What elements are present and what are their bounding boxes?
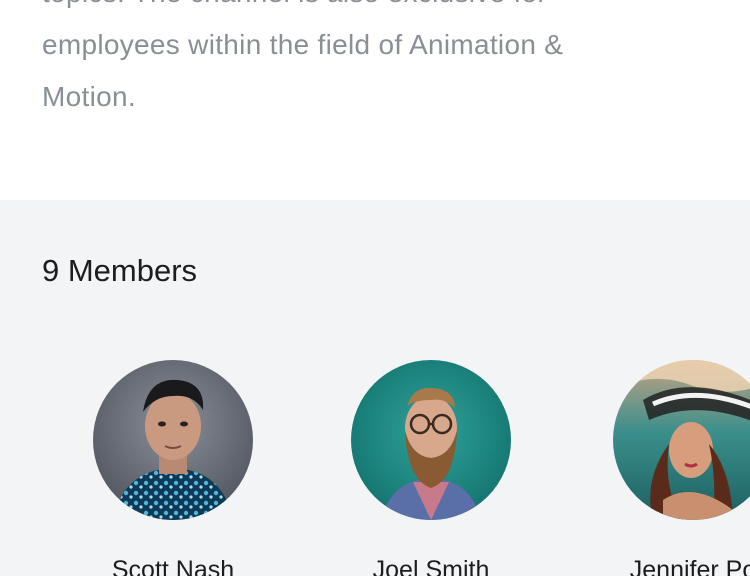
member-avatar[interactable]	[351, 360, 511, 520]
member-name[interactable]: Jennifer Po	[573, 556, 750, 576]
member-card[interactable]: Joel Smith	[311, 360, 551, 576]
member-name[interactable]: Scott Nash	[53, 556, 293, 576]
channel-description: topics. The channel is also exclusive fo…	[42, 0, 564, 112]
avatar-photo-icon	[613, 360, 750, 520]
channel-description-section: topics. The channel is also exclusive fo…	[0, 0, 750, 200]
members-section: 9 Members Scott Nash Joel Smith Jennifer…	[0, 200, 750, 576]
member-avatar[interactable]	[93, 360, 253, 520]
member-card[interactable]: Jennifer Po	[573, 360, 750, 576]
members-heading: 9 Members	[42, 253, 198, 288]
avatar-photo-icon	[351, 360, 511, 520]
member-card[interactable]: Scott Nash	[53, 360, 293, 576]
avatar-photo-icon	[93, 360, 253, 520]
member-name[interactable]: Joel Smith	[311, 556, 551, 576]
member-avatar[interactable]	[613, 360, 750, 520]
